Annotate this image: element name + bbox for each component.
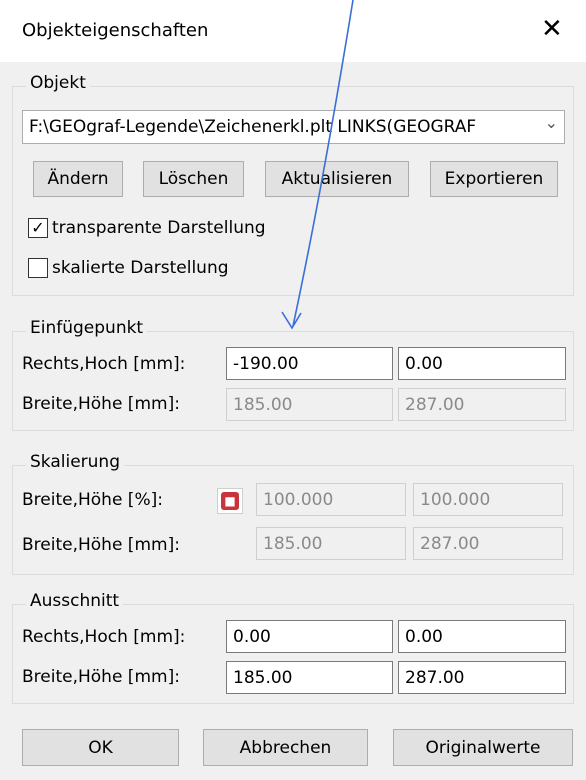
object-file-value: F:\GEOgraf-Legende\Zeichenerkl.plt LINKS… <box>29 117 477 137</box>
insert-height-readonly: 287.00 <box>398 388 566 421</box>
insert-width-readonly: 185.00 <box>226 388 393 421</box>
chevron-down-icon[interactable]: ⌄ <box>540 113 558 132</box>
scale-percent-label: Breite,Höhe [%]: <box>22 490 163 510</box>
scale-size-label: Breite,Höhe [mm]: <box>22 535 180 555</box>
cancel-button[interactable]: Abbrechen <box>203 729 368 766</box>
scaled-checkbox[interactable]: skalierte Darstellung <box>28 258 229 278</box>
export-button[interactable]: Exportieren <box>430 161 558 197</box>
skalierung-legend: Skalierung <box>26 452 124 472</box>
refresh-button[interactable]: Aktualisieren <box>265 161 409 197</box>
objekt-legend: Objekt <box>26 73 90 93</box>
transparent-label: transparente Darstellung <box>52 218 266 238</box>
delete-button[interactable]: Löschen <box>143 161 244 197</box>
title-bar: Objekteigenschaften ✕ <box>0 0 586 62</box>
insert-up-input[interactable]: 0.00 <box>398 347 566 380</box>
scaled-label: skalierte Darstellung <box>52 258 229 278</box>
clip-position-label: Rechts,Hoch [mm]: <box>22 627 186 647</box>
transparent-checkbox[interactable]: ✓ transparente Darstellung <box>28 218 266 238</box>
scale-width-mm: 185.00 <box>256 527 406 560</box>
close-icon[interactable]: ✕ <box>541 14 563 44</box>
clip-size-label: Breite,Höhe [mm]: <box>22 667 180 687</box>
clip-width-input[interactable]: 185.00 <box>226 661 393 694</box>
clip-up-input[interactable]: 0.00 <box>398 620 566 653</box>
clip-height-input[interactable]: 287.00 <box>398 661 566 694</box>
lock-symbol: ■ <box>221 492 239 510</box>
einfuegepunkt-legend: Einfügepunkt <box>26 318 148 338</box>
window-title: Objekteigenschaften <box>22 20 209 41</box>
scale-height-percent: 100.000 <box>413 483 563 516</box>
insert-size-label: Breite,Höhe [mm]: <box>22 394 180 414</box>
checkbox-checked-icon[interactable]: ✓ <box>28 218 48 238</box>
scale-width-percent: 100.000 <box>256 483 406 516</box>
checkbox-unchecked-icon[interactable] <box>28 258 48 278</box>
object-file-select[interactable]: F:\GEOgraf-Legende\Zeichenerkl.plt LINKS… <box>22 110 565 144</box>
clip-right-input[interactable]: 0.00 <box>226 620 393 653</box>
insert-position-label: Rechts,Hoch [mm]: <box>22 354 186 374</box>
lock-icon[interactable]: ■ <box>217 488 243 514</box>
scale-height-mm: 287.00 <box>413 527 563 560</box>
change-button[interactable]: Ändern <box>33 161 123 197</box>
ausschnitt-legend: Ausschnitt <box>26 591 124 611</box>
insert-right-input[interactable]: -190.00 <box>226 347 393 380</box>
original-values-button[interactable]: Originalwerte <box>393 729 573 766</box>
ok-button[interactable]: OK <box>22 729 179 766</box>
